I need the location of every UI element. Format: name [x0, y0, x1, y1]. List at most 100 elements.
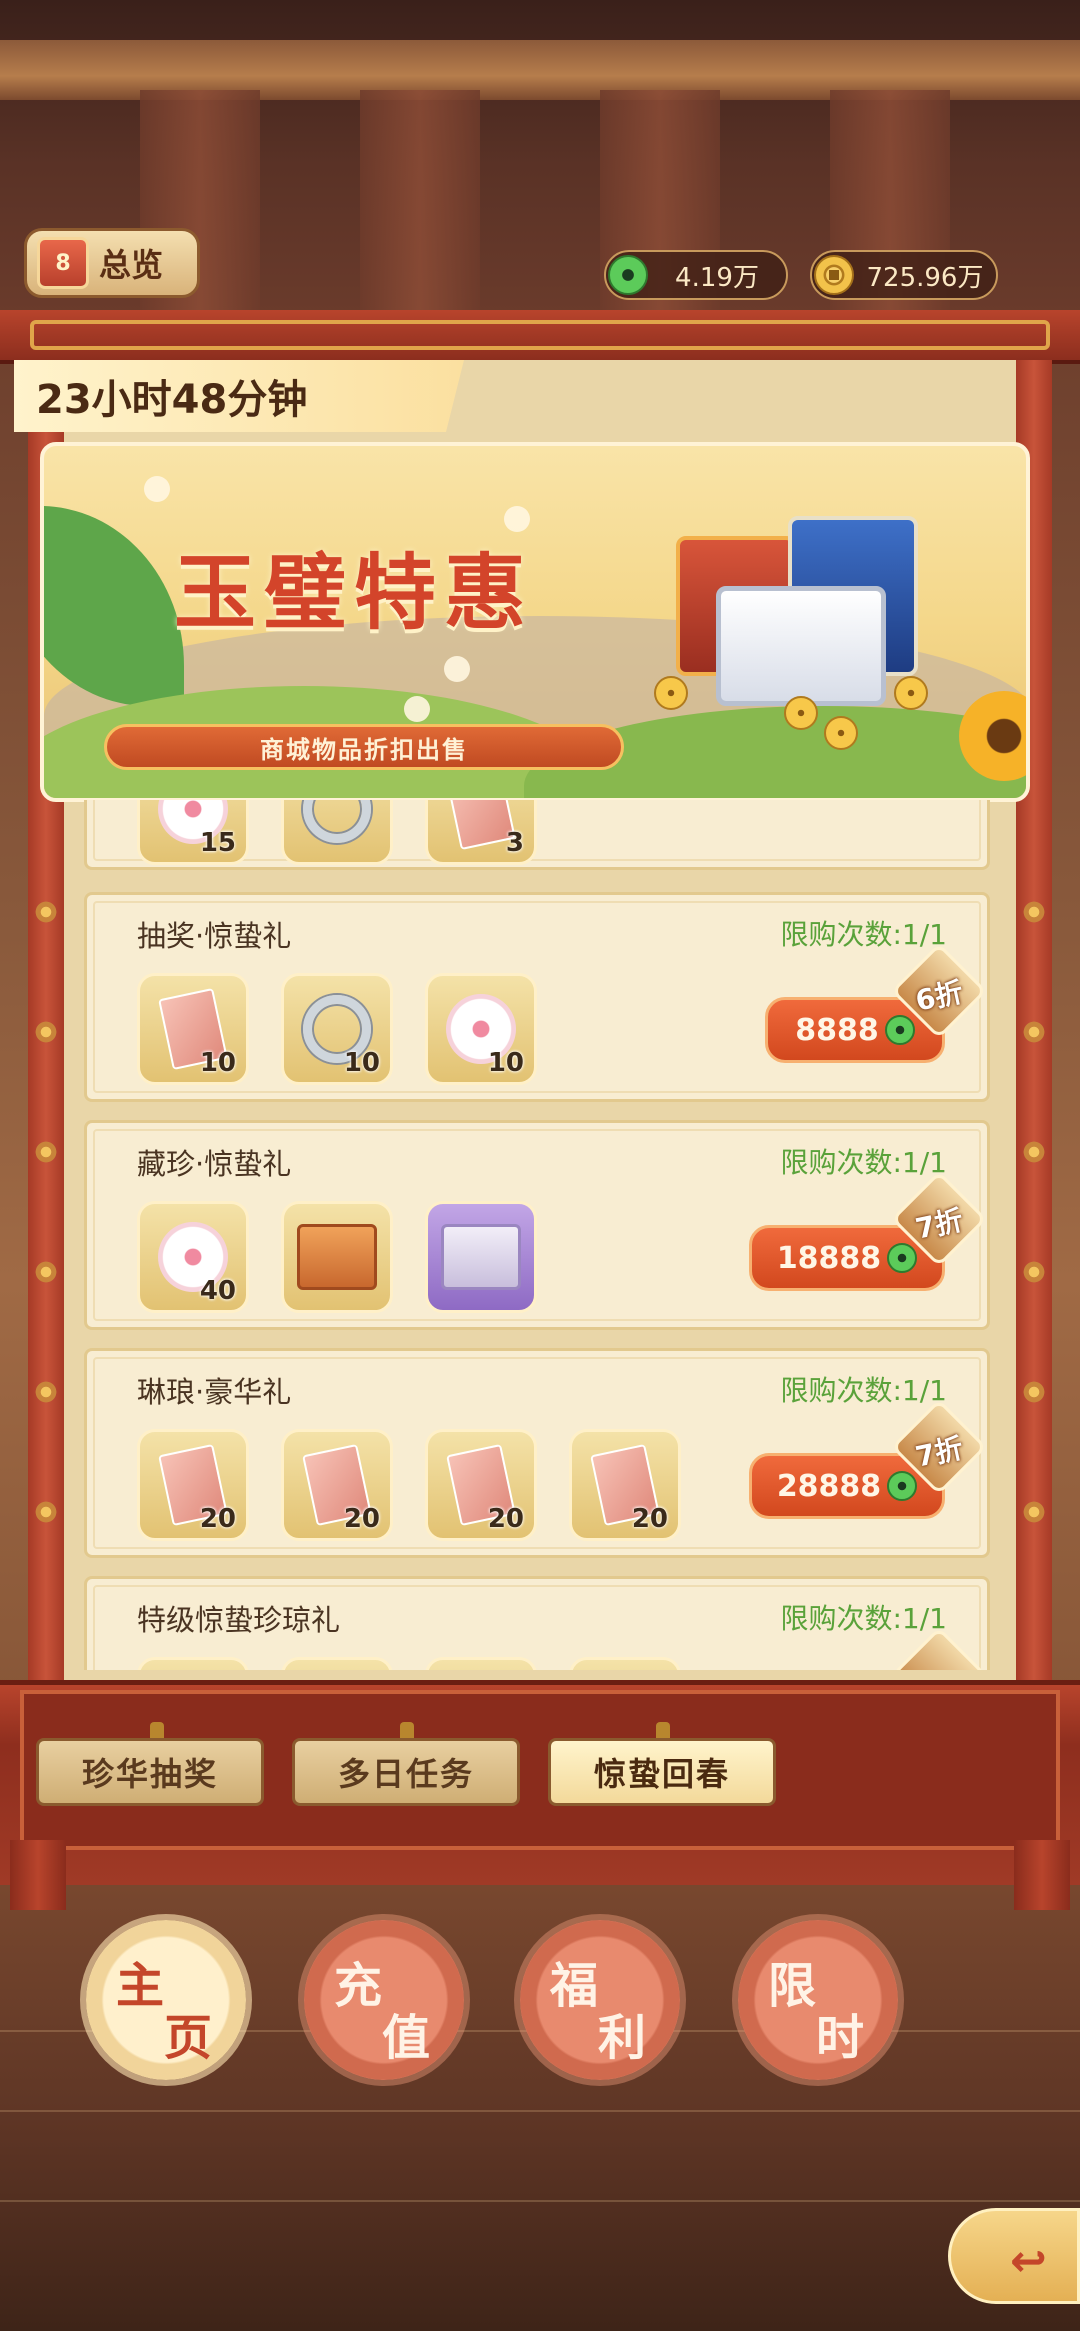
rosette-ornament — [1022, 1020, 1046, 1044]
price-value: 18888 — [776, 1240, 882, 1276]
gold-currency[interactable]: 725.96万 — [810, 250, 998, 300]
gold-currency-value: 725.96万 — [866, 262, 984, 293]
rosette-ornament — [34, 1500, 58, 1524]
item-count: 3 — [505, 828, 524, 858]
gold-coin-icon — [654, 676, 688, 710]
jade-currency[interactable]: 4.19万 — [604, 250, 788, 300]
nav-label-char: 主 — [116, 1958, 165, 2014]
subtab-spring-event[interactable]: 惊蛰回春 — [548, 1738, 776, 1806]
item-slot[interactable]: 20 — [281, 1429, 393, 1541]
timer-text: 23小时48分钟 — [36, 377, 308, 423]
nav-label-char: 利 — [598, 2010, 647, 2066]
pack-card: 抽奖·惊蛰礼 限购次数:1/1 10 10 10 8888 6折 — [84, 892, 990, 1102]
rosette-ornament — [34, 1380, 58, 1404]
pack-list[interactable]: 15 3 抽奖·惊蛰礼 限购次数:1/1 10 10 10 8888 6折 藏珍… — [64, 800, 1016, 1670]
nav-home-button[interactable]: 主 页 — [86, 1920, 246, 2080]
pack-card-partial: 15 3 — [84, 800, 990, 870]
subtab-lottery[interactable]: 珍华抽奖 — [36, 1738, 264, 1806]
banner-title: 玉璧特惠 — [174, 546, 535, 641]
item-count: 10 — [199, 1048, 236, 1078]
rosette-ornament — [1022, 900, 1046, 924]
overview-label: 总览 — [99, 246, 164, 284]
ring-icon — [303, 800, 371, 843]
frame-leg — [10, 1840, 66, 1910]
item-count: 20 — [631, 1504, 668, 1534]
price-value: 8888 — [795, 1012, 879, 1048]
blossom-icon — [144, 476, 170, 502]
purple-chest-icon — [441, 1224, 521, 1290]
item-count: 20 — [343, 1504, 380, 1534]
item-count: 40 — [199, 1276, 236, 1306]
treasure-chest-icon — [716, 586, 886, 706]
gold-coin-icon — [824, 716, 858, 750]
nav-label-char: 福 — [550, 1958, 599, 2014]
pack-card: 特级惊蛰珍琼礼 限购次数:1/1 — [84, 1576, 990, 1670]
item-count: 10 — [487, 1048, 524, 1078]
jade-currency-value: 4.19万 — [675, 262, 759, 293]
item-slot[interactable]: 15 — [137, 800, 249, 865]
nav-label-char: 值 — [382, 2010, 431, 2066]
item-slot[interactable] — [281, 1201, 393, 1313]
item-slot[interactable]: 40 — [137, 1201, 249, 1313]
jade-coin-icon — [884, 1015, 915, 1045]
banner-subtitle: 商城物品折扣出售 — [104, 724, 624, 770]
item-slot[interactable]: 20 — [425, 1429, 537, 1541]
rosette-ornament — [34, 1020, 58, 1044]
nav-label-char: 限 — [768, 1958, 817, 2014]
overview-button[interactable]: 8 总览 — [24, 228, 200, 298]
item-slot[interactable] — [137, 1657, 249, 1670]
leaf-decoration-icon — [44, 506, 184, 706]
nav-label-char: 充 — [334, 1958, 383, 2014]
pack-title: 抽奖·惊蛰礼 — [137, 919, 292, 953]
floor-line — [0, 2200, 1080, 2202]
item-slot[interactable] — [425, 1201, 537, 1313]
subtab-daily-tasks[interactable]: 多日任务 — [292, 1738, 520, 1806]
gold-coin-icon — [784, 696, 818, 730]
purchase-limit: 限购次数:1/1 — [780, 1602, 948, 1635]
item-slot[interactable]: 10 — [137, 973, 249, 1085]
floor-line — [0, 2110, 1080, 2112]
back-arrow-icon: ↩ — [1010, 2236, 1047, 2287]
nav-welfare-button[interactable]: 福 利 — [520, 1920, 680, 2080]
nav-label-char: 页 — [164, 2010, 213, 2066]
item-slot[interactable]: 20 — [569, 1429, 681, 1541]
jade-coin-icon — [887, 1471, 918, 1501]
rosette-ornament — [34, 900, 58, 924]
item-slot[interactable] — [569, 1657, 681, 1670]
promo-banner: 玉璧特惠 商城物品折扣出售 — [40, 442, 1030, 802]
item-slot[interactable] — [281, 1657, 393, 1670]
purchase-limit: 限购次数:1/1 — [780, 1374, 948, 1407]
purchase-limit: 限购次数:1/1 — [780, 1146, 948, 1179]
rosette-ornament — [1022, 1500, 1046, 1524]
item-count: 20 — [487, 1504, 524, 1534]
jade-coin-icon — [887, 1243, 918, 1273]
nav-recharge-button[interactable]: 充 值 — [304, 1920, 464, 2080]
item-slot[interactable]: 3 — [425, 800, 537, 865]
gold-coin-icon — [894, 676, 928, 710]
rosette-ornament — [1022, 1260, 1046, 1284]
rosette-ornament — [34, 1140, 58, 1164]
purchase-limit: 限购次数:1/1 — [780, 918, 948, 951]
item-slot[interactable]: 20 — [137, 1429, 249, 1541]
blossom-icon — [404, 696, 430, 722]
item-slot[interactable]: 10 — [281, 973, 393, 1085]
rosette-ornament — [1022, 1140, 1046, 1164]
item-count: 10 — [343, 1048, 380, 1078]
frame-leg — [1014, 1840, 1070, 1910]
pack-title: 琳琅·豪华礼 — [137, 1375, 292, 1409]
item-count: 15 — [199, 828, 236, 858]
pack-card: 藏珍·惊蛰礼 限购次数:1/1 40 18888 7折 — [84, 1120, 990, 1330]
frame-roof-trim — [30, 320, 1050, 350]
item-slot[interactable] — [281, 800, 393, 865]
gold-coin-icon — [814, 255, 854, 295]
pack-card: 琳琅·豪华礼 限购次数:1/1 20 20 20 20 28888 7折 — [84, 1348, 990, 1558]
item-slot[interactable] — [425, 1657, 537, 1670]
pack-title: 藏珍·惊蛰礼 — [137, 1147, 292, 1181]
orange-chest-icon — [297, 1224, 377, 1290]
jade-coin-icon — [608, 255, 648, 295]
nav-label-char: 时 — [816, 2010, 865, 2066]
item-slot[interactable]: 10 — [425, 973, 537, 1085]
item-count: 20 — [199, 1504, 236, 1534]
nav-limited-button[interactable]: 限 时 — [738, 1920, 898, 2080]
price-value: 28888 — [776, 1468, 882, 1504]
